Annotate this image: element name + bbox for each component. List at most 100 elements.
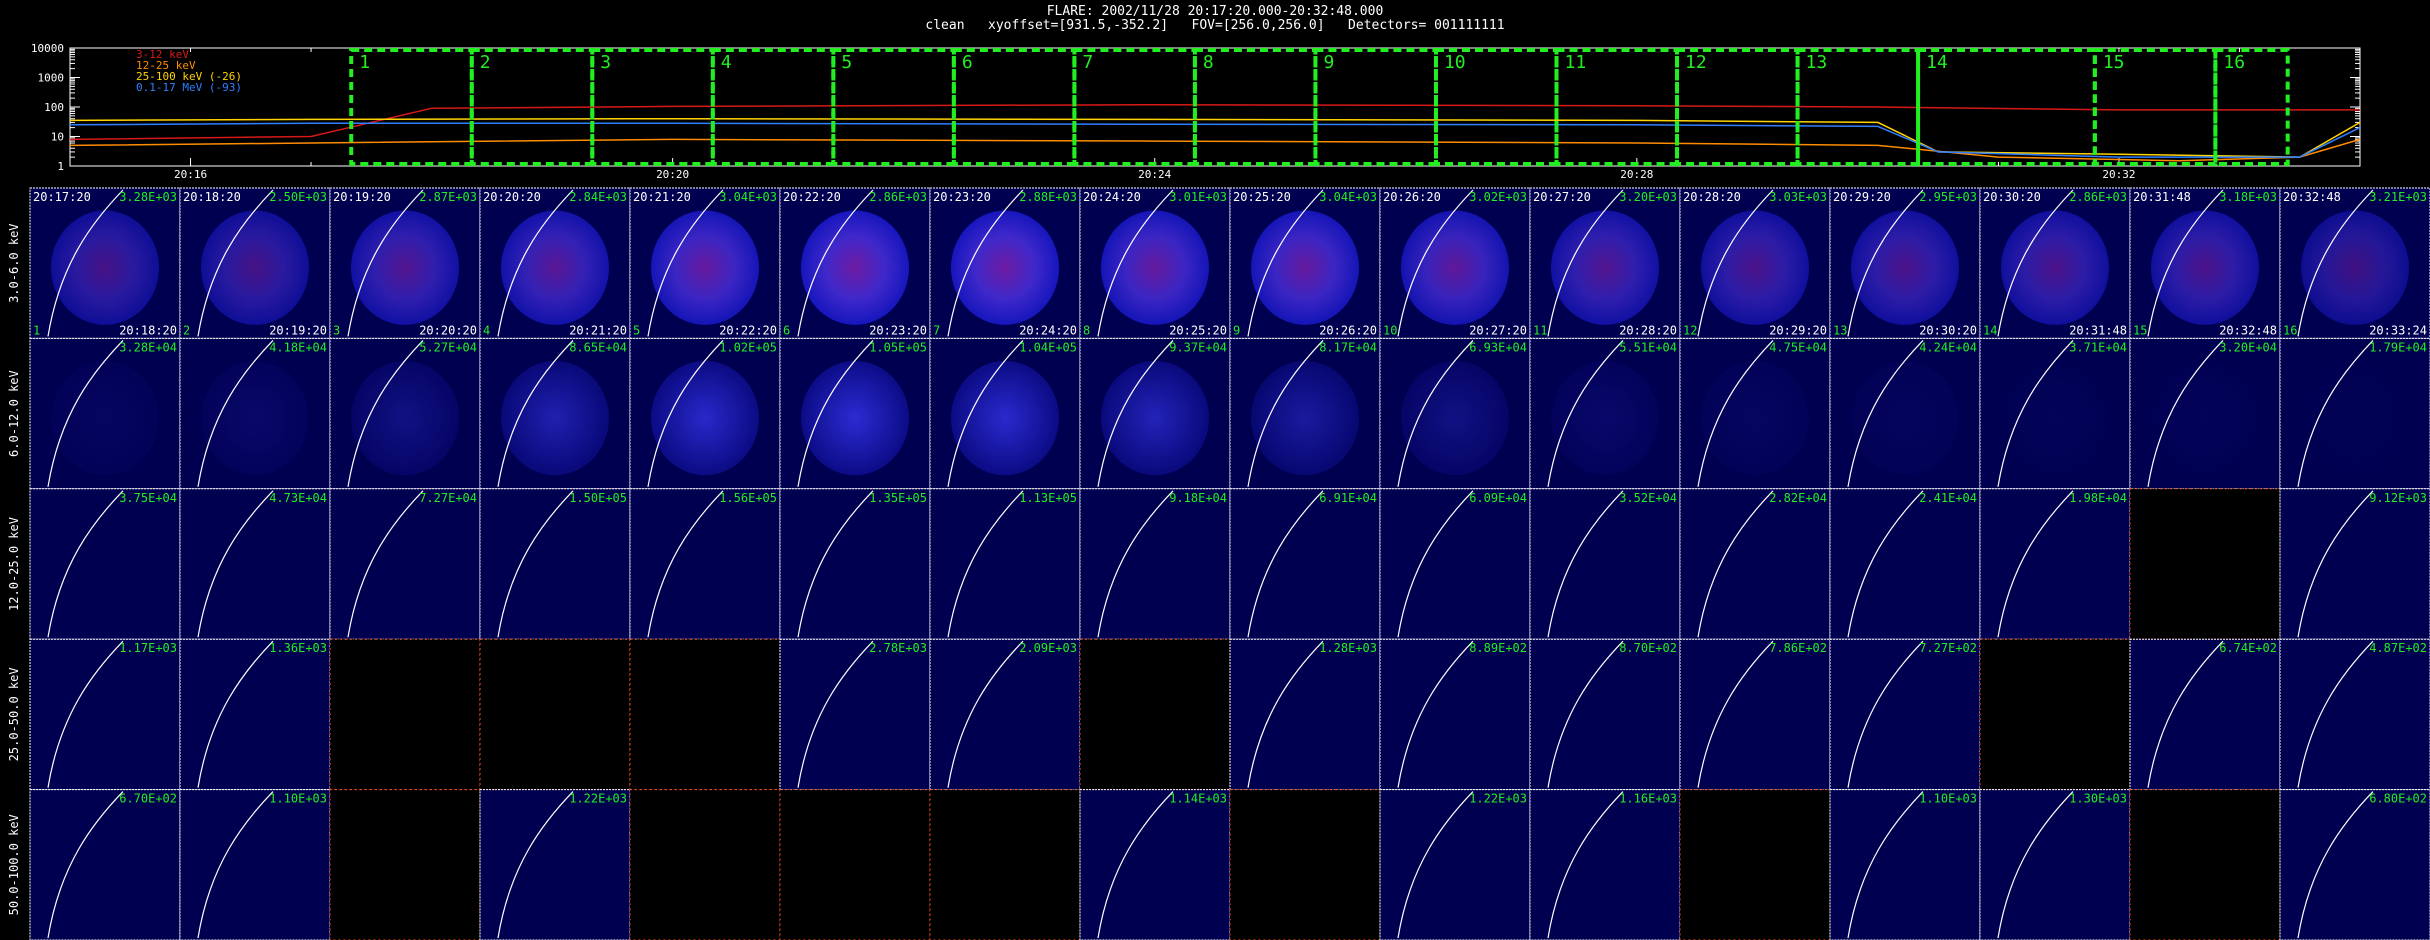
- flux-label: 8.89E+02: [1469, 641, 1527, 655]
- flux-label: 2.87E+03: [419, 190, 477, 204]
- interval-box-label: 16: [2223, 52, 2245, 73]
- solar-limb-arc: [797, 490, 874, 638]
- solar-limb-arc: [647, 189, 724, 337]
- image-cell: [479, 638, 631, 791]
- flux-label: 1.14E+03: [1169, 792, 1227, 806]
- image-cell: [1679, 187, 1831, 339]
- flux-label: 5.27E+04: [419, 340, 477, 354]
- image-cell: [2129, 187, 2281, 339]
- source-emission: [1101, 360, 1209, 476]
- image-cell: [629, 638, 781, 791]
- image-cell: [929, 488, 1081, 640]
- image-index-label: 11: [1533, 323, 1547, 337]
- time-start-label: 20:28:20: [1683, 190, 1741, 204]
- image-index-label: 8: [1083, 323, 1090, 337]
- flux-label: 6.74E+02: [2219, 641, 2277, 655]
- image-cell: [329, 187, 481, 339]
- solar-limb-arc: [947, 189, 1024, 337]
- row-energy-label: 3.0-6.0 keV: [7, 223, 21, 302]
- flux-label: 1.05E+05: [869, 340, 927, 354]
- image-cell: [629, 337, 781, 490]
- solar-limb-arc: [197, 490, 274, 638]
- series-line: [69, 103, 2360, 141]
- solar-limb-arc: [647, 339, 724, 487]
- image-cell: [2279, 789, 2430, 940]
- image-cell: [179, 488, 331, 640]
- interval-box-label: 9: [1323, 52, 1334, 73]
- flux-label: 6.91E+04: [1319, 491, 1377, 505]
- interval-box-label: 7: [1082, 52, 1093, 73]
- source-emission: [651, 210, 759, 325]
- image-cell: [1529, 187, 1681, 339]
- solar-limb-arc: [47, 490, 124, 638]
- flux-label: 2.82E+04: [1769, 491, 1827, 505]
- solar-limb-arc: [1247, 189, 1324, 337]
- image-cell: [329, 789, 481, 940]
- image-cell: [1079, 789, 1231, 940]
- solar-limb-arc: [1247, 490, 1324, 638]
- image-cell: [1229, 638, 1381, 791]
- image-cell: [1979, 337, 2131, 490]
- solar-limb-arc: [2297, 490, 2374, 638]
- source-emission: [1851, 360, 1959, 476]
- image-cell: [1379, 187, 1531, 339]
- flux-label: 1.28E+03: [1319, 641, 1377, 655]
- image-index-label: 13: [1833, 323, 1847, 337]
- image-cell: [1379, 789, 1531, 940]
- image-cell: [179, 337, 331, 490]
- solar-limb-arc: [2297, 189, 2374, 337]
- solar-limb-arc: [1097, 339, 1174, 487]
- solar-limb-arc: [197, 791, 274, 939]
- image-cell: [929, 337, 1081, 490]
- flux-label: 1.04E+05: [1019, 340, 1077, 354]
- interval-box-label: 13: [1806, 52, 1828, 73]
- image-cell: [29, 638, 181, 791]
- legend-entry: 0.1-17 MeV (-93): [136, 81, 242, 94]
- solar-limb-arc: [47, 339, 124, 487]
- solar-limb-arc: [2147, 339, 2224, 487]
- solar-limb-arc: [1997, 189, 2074, 337]
- flux-label: 3.28E+04: [119, 340, 177, 354]
- solar-limb-arc: [1847, 339, 1924, 487]
- solar-limb-arc: [1997, 490, 2074, 638]
- time-start-label: 20:31:48: [2133, 190, 2191, 204]
- flux-label: 1.10E+03: [1919, 792, 1977, 806]
- solar-limb-arc: [47, 791, 124, 939]
- image-cell: [29, 337, 181, 490]
- source-emission: [1551, 360, 1659, 476]
- image-cell: [1079, 488, 1231, 640]
- flux-label: 3.02E+03: [1469, 190, 1527, 204]
- source-emission: [1251, 360, 1359, 476]
- flux-label: 1.16E+03: [1619, 792, 1677, 806]
- image-cell: [1379, 337, 1531, 490]
- image-cell: [929, 789, 1081, 940]
- image-cell: [329, 488, 481, 640]
- image-cell: [1229, 789, 1381, 940]
- image-cell: [929, 638, 1081, 791]
- solar-limb-arc: [797, 640, 874, 788]
- flux-label: 6.80E+02: [2369, 792, 2427, 806]
- image-cell: [29, 789, 181, 940]
- solar-limb-arc: [1697, 189, 1774, 337]
- image-cell: [29, 488, 181, 640]
- source-emission: [501, 210, 609, 325]
- x-tick-label: 20:32: [2102, 168, 2135, 181]
- image-cell: [479, 789, 631, 940]
- time-end-label: 20:21:20: [569, 323, 627, 337]
- source-emission: [51, 360, 159, 476]
- interval-box-label: 12: [1685, 52, 1707, 73]
- solar-limb-arc: [497, 189, 574, 337]
- time-start-label: 20:17:20: [33, 190, 91, 204]
- image-cell: [1529, 789, 1681, 940]
- solar-limb-arc: [197, 640, 274, 788]
- image-cell: [629, 789, 781, 940]
- flux-label: 7.27E+02: [1919, 641, 1977, 655]
- flux-label: 3.04E+03: [719, 190, 777, 204]
- image-cell: [1229, 337, 1381, 490]
- plot-frame: [69, 47, 2361, 167]
- flux-label: 2.50E+03: [269, 190, 327, 204]
- time-end-label: 20:31:48: [2069, 323, 2127, 337]
- solar-limb-arc: [947, 640, 1024, 788]
- time-start-label: 20:19:20: [333, 190, 391, 204]
- flux-label: 3.21E+03: [2369, 190, 2427, 204]
